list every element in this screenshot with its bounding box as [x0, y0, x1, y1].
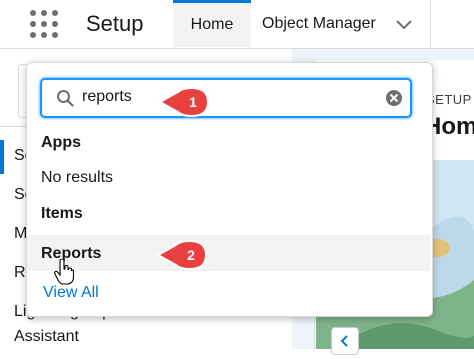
tab-object-manager[interactable]: Object Manager: [262, 0, 376, 47]
collapse-button[interactable]: [331, 327, 359, 355]
sidebar-item[interactable]: Assistant: [14, 328, 79, 346]
clear-icon[interactable]: [385, 89, 403, 107]
search-input-value[interactable]: reports: [82, 88, 132, 106]
sidebar-active-indicator: [0, 140, 4, 174]
apps-no-results: No results: [41, 169, 114, 186]
apps-section-header: Apps: [41, 134, 81, 151]
global-header: Setup Home Object Manager: [0, 0, 474, 49]
search-icon: [57, 90, 74, 107]
search-input[interactable]: reports: [40, 78, 412, 118]
callout-number-1: 1: [189, 94, 197, 110]
chevron-left-icon: [340, 335, 348, 347]
callout-number-2: 2: [187, 247, 195, 263]
view-all-link[interactable]: View All: [43, 284, 99, 302]
search-result-reports[interactable]: Reports: [27, 235, 430, 271]
hand-cursor-icon: [54, 259, 74, 285]
app-title: Setup: [86, 11, 144, 36]
chevron-down-icon[interactable]: [394, 14, 414, 34]
items-section-header: Items: [41, 205, 83, 222]
tab-home[interactable]: Home: [173, 0, 251, 47]
header-divider: [430, 0, 431, 48]
app-launcher-icon[interactable]: [30, 10, 58, 38]
